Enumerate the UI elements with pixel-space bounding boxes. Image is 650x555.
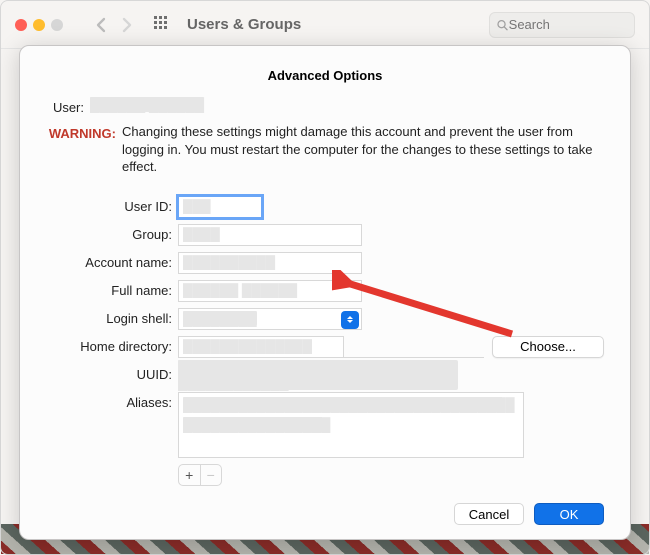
alias-item[interactable]: ████████████████████████████████████ <box>183 397 503 412</box>
aliases-row: Aliases: ███████████████████████████████… <box>46 392 604 458</box>
warning-label: WARNING: <box>49 126 116 141</box>
user-id-input[interactable] <box>178 196 262 218</box>
warning-text: Changing these settings might damage thi… <box>122 123 604 176</box>
user-row: User: ██████ ██████ <box>46 97 604 115</box>
home-directory-row: Home directory: Choose... <box>46 336 604 358</box>
login-shell-value: ████████ <box>183 311 257 326</box>
warning-row: WARNING: Changing these settings might d… <box>46 123 604 176</box>
group-row: Group: <box>46 224 604 246</box>
home-directory-path-rest <box>343 336 484 358</box>
user-id-label: User ID: <box>46 199 178 214</box>
aliases-add-remove: + − <box>178 464 222 486</box>
login-shell-select[interactable]: ████████ <box>178 308 362 330</box>
full-name-input[interactable] <box>178 280 362 302</box>
user-label: User: <box>46 97 90 115</box>
show-all-icon[interactable] <box>153 15 169 34</box>
search-field[interactable] <box>489 12 635 38</box>
login-shell-label: Login shell: <box>46 311 178 326</box>
traffic-close-icon[interactable] <box>15 19 27 31</box>
forward-icon[interactable] <box>121 17 133 33</box>
advanced-options-dialog: Advanced Options User: ██████ ██████ WAR… <box>19 45 631 540</box>
search-icon <box>496 18 509 32</box>
login-shell-row: Login shell: ████████ <box>46 308 604 330</box>
dialog-title: Advanced Options <box>46 68 604 83</box>
uuid-label: UUID: <box>46 367 178 382</box>
remove-alias-button[interactable]: − <box>201 465 222 485</box>
uuid-value: ████████-████-████-████-████████████ <box>178 360 458 390</box>
home-directory-label: Home directory: <box>46 339 178 354</box>
user-value: ██████ ██████ <box>90 97 204 112</box>
alias-item[interactable]: ████████████████ <box>183 417 323 432</box>
window-title: Users & Groups <box>187 16 301 33</box>
aliases-label: Aliases: <box>46 392 178 410</box>
nav-arrows <box>95 17 133 33</box>
traffic-minimize-icon[interactable] <box>33 19 45 31</box>
full-name-row: Full name: <box>46 280 604 302</box>
uuid-row: UUID: ████████-████-████-████-██████████… <box>46 364 604 386</box>
account-name-row: Account name: <box>46 252 604 274</box>
traffic-zoom-icon[interactable] <box>51 19 63 31</box>
form-grid: User ID: Group: Account name: Full name:… <box>46 196 604 486</box>
home-directory-input[interactable] <box>178 336 344 358</box>
search-input[interactable] <box>509 17 628 32</box>
group-input[interactable] <box>178 224 362 246</box>
user-id-row: User ID: <box>46 196 604 218</box>
add-alias-button[interactable]: + <box>179 465 201 485</box>
full-name-label: Full name: <box>46 283 178 298</box>
dialog-footer: Cancel OK <box>46 493 604 525</box>
ok-button[interactable]: OK <box>534 503 604 525</box>
window-toolbar: Users & Groups <box>1 1 649 49</box>
group-label: Group: <box>46 227 178 242</box>
cancel-button[interactable]: Cancel <box>454 503 524 525</box>
chevron-updown-icon <box>341 311 359 329</box>
account-name-label: Account name: <box>46 255 178 270</box>
back-icon[interactable] <box>95 17 107 33</box>
choose-button[interactable]: Choose... <box>492 336 604 358</box>
aliases-list[interactable]: ████████████████████████████████████ ███… <box>178 392 524 458</box>
account-name-input[interactable] <box>178 252 362 274</box>
